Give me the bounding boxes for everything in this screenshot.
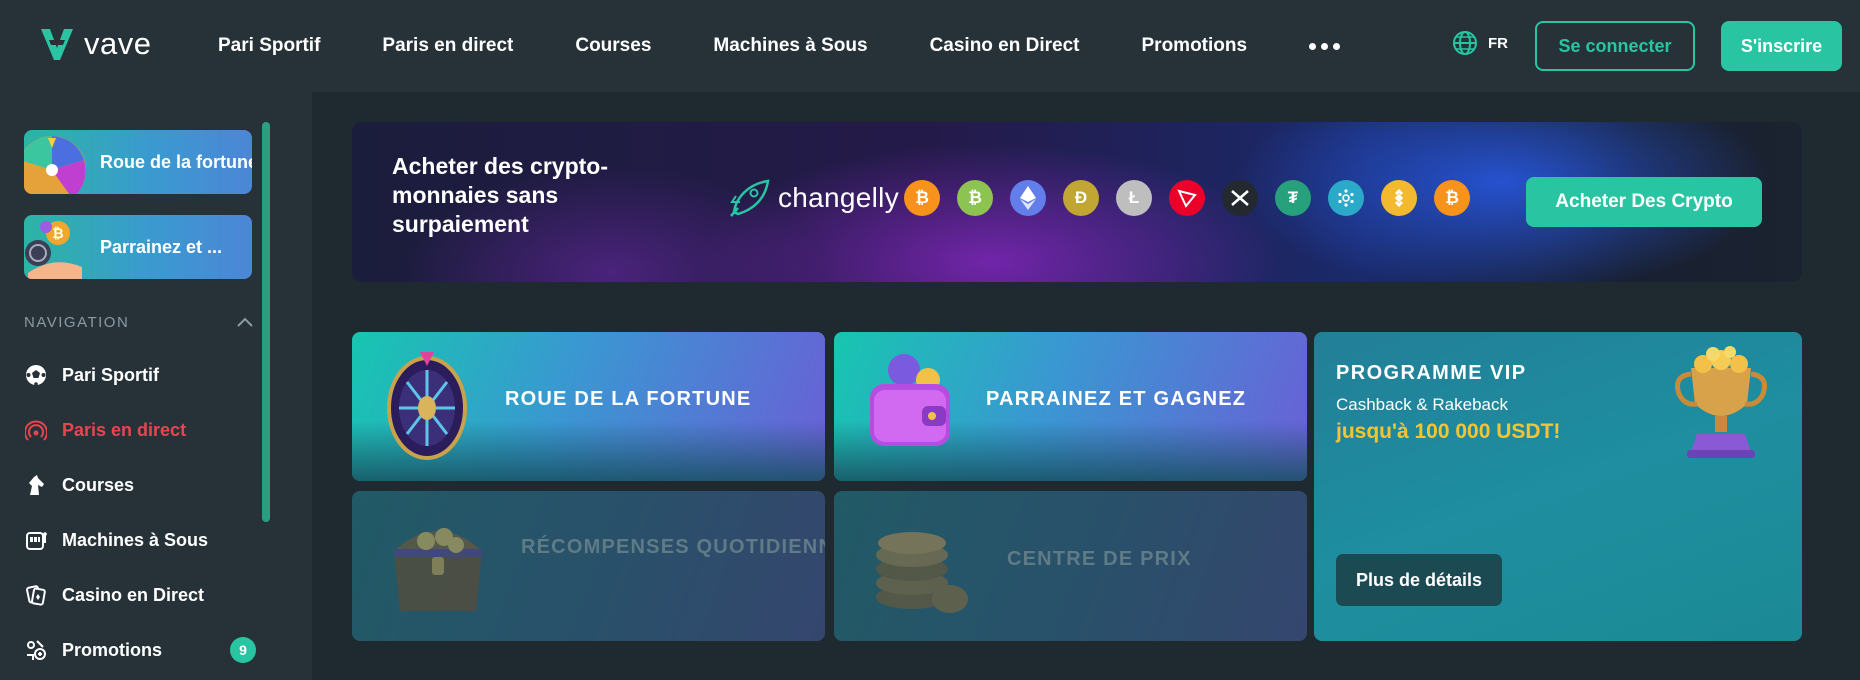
bitcoin-cash-icon: ₿ [957,180,993,216]
coin-stack-icon [876,532,968,613]
sidebar-item-paris-en-direct[interactable]: Paris en direct [24,412,256,448]
prize-center-card[interactable]: CENTRE DE PRIX [834,491,1307,641]
trophy-icon [1675,346,1767,458]
vip-amount: jusqu'à 100 000 USDT! [1336,420,1561,443]
globe-icon [1453,31,1477,55]
sidebar-item-label: Courses [62,474,135,495]
main-nav: Pari Sportif Paris en direct Courses Mac… [218,0,1341,92]
nav-casino-en-direct[interactable]: Casino en Direct [930,35,1080,57]
sidebar-item-machines-a-sous[interactable]: Machines à Sous [24,522,256,558]
more-dots-icon[interactable] [1309,37,1341,56]
bitcoin-icon: ₿ [1434,180,1470,216]
sidebar-item-label: Casino en Direct [62,584,205,605]
prize-center-card-title: CENTRE DE PRIX [1007,548,1192,570]
language-label: FR [1488,34,1508,52]
sidebar-item-pari-sportif[interactable]: Pari Sportif [24,357,256,393]
sidebar-promo-wheel[interactable]: Roue de la fortune [24,130,252,194]
ripple-icon [1222,180,1258,216]
ethereum-icon [1010,180,1046,216]
nav-paris-en-direct[interactable]: Paris en direct [382,35,513,57]
cards-icon [24,583,48,607]
crypto-banner-title: Acheter des crypto-monnaies sans surpaie… [392,153,609,237]
vip-program-card[interactable]: PROGRAMME VIP Cashback & Rakeback jusqu'… [1314,332,1802,641]
horse-head-icon [24,473,48,497]
bitcoin-icon: ₿ [904,180,940,216]
dogecoin-icon: Ð [1063,180,1099,216]
coin-list: ₿ ₿ Ð Ł ₮ ₿ [904,180,1470,216]
sidebar-item-promotions[interactable]: Promotions 9 [24,632,256,668]
buy-crypto-button[interactable]: Acheter Des Crypto [1526,177,1762,227]
sidebar-promo-wheel-label: Roue de la fortune [100,151,252,172]
slot-machine-icon [24,528,48,552]
tron-icon [1169,180,1205,216]
vave-logo[interactable]: vave [40,26,151,62]
sidebar-promo-referral[interactable]: ₿ Parrainez et ... [24,215,252,279]
sidebar-item-courses[interactable]: Courses [24,467,256,503]
svg-text:₿: ₿ [52,226,63,242]
language-selector[interactable]: FR [1452,30,1508,56]
vave-logo-icon [41,29,73,60]
sidebar-item-casino-en-direct[interactable]: Casino en Direct [24,577,256,613]
chevron-up-icon[interactable] [236,316,254,328]
brand-name: vave [84,26,152,61]
wheel-of-fortune-card[interactable]: ROUE DE LA FORTUNE [352,332,825,481]
tether-icon: ₮ [1275,180,1311,216]
daily-rewards-card[interactable]: RÉCOMPENSES QUOTIDIENNES [352,491,825,641]
top-header: vave Pari Sportif Paris en direct Course… [0,0,1860,92]
nav-courses[interactable]: Courses [575,35,651,57]
sidebar-item-label: Paris en direct [62,419,187,440]
sidebar-promo-referral-label: Parrainez et ... [100,236,223,257]
changelly-wordmark: changelly [778,182,900,213]
changelly-logo: changelly [728,178,899,218]
binance-coin-icon [1381,180,1417,216]
vip-details-button[interactable]: Plus de détails [1336,554,1502,606]
gift-icon [24,638,48,662]
wallet-coins-icon [870,354,950,446]
wheel-icon [387,352,467,460]
vip-subtitle: Cashback & Rakeback [1336,395,1508,414]
sidebar-scrollbar[interactable] [262,122,270,522]
referral-card[interactable]: PARRAINEZ ET GAGNEZ [834,332,1307,481]
sidebar-item-label: Promotions [62,639,163,660]
nav-machines-a-sous[interactable]: Machines à Sous [713,35,867,57]
crypto-banner: Acheter des crypto-monnaies sans surpaie… [352,122,1802,282]
litecoin-icon: Ł [1116,180,1152,216]
promotions-count-badge: 9 [230,637,256,663]
vip-title: PROGRAMME VIP [1336,362,1527,384]
soccer-ball-icon [24,363,48,387]
nav-pari-sportif[interactable]: Pari Sportif [218,35,320,57]
cardano-icon [1328,180,1364,216]
referral-card-title: PARRAINEZ ET GAGNEZ [986,388,1247,410]
daily-rewards-card-title: RÉCOMPENSES QUOTIDIENNES [521,536,825,558]
nav-promotions[interactable]: Promotions [1142,35,1248,57]
signup-button[interactable]: S'inscrire [1721,21,1842,71]
sidebar: Roue de la fortune ₿ Parrainez et ... NA… [0,92,312,680]
wheel-icon [24,130,86,194]
nav-section-title: NAVIGATION [24,314,130,331]
rocket-icon [730,179,770,217]
sidebar-item-label: Machines à Sous [62,529,209,550]
live-broadcast-icon [24,418,48,442]
login-button[interactable]: Se connecter [1535,21,1695,71]
sidebar-item-label: Pari Sportif [62,364,160,385]
treasure-chest-icon [394,528,482,611]
wheel-card-title: ROUE DE LA FORTUNE [505,388,752,410]
referral-coins-icon: ₿ [24,215,86,279]
